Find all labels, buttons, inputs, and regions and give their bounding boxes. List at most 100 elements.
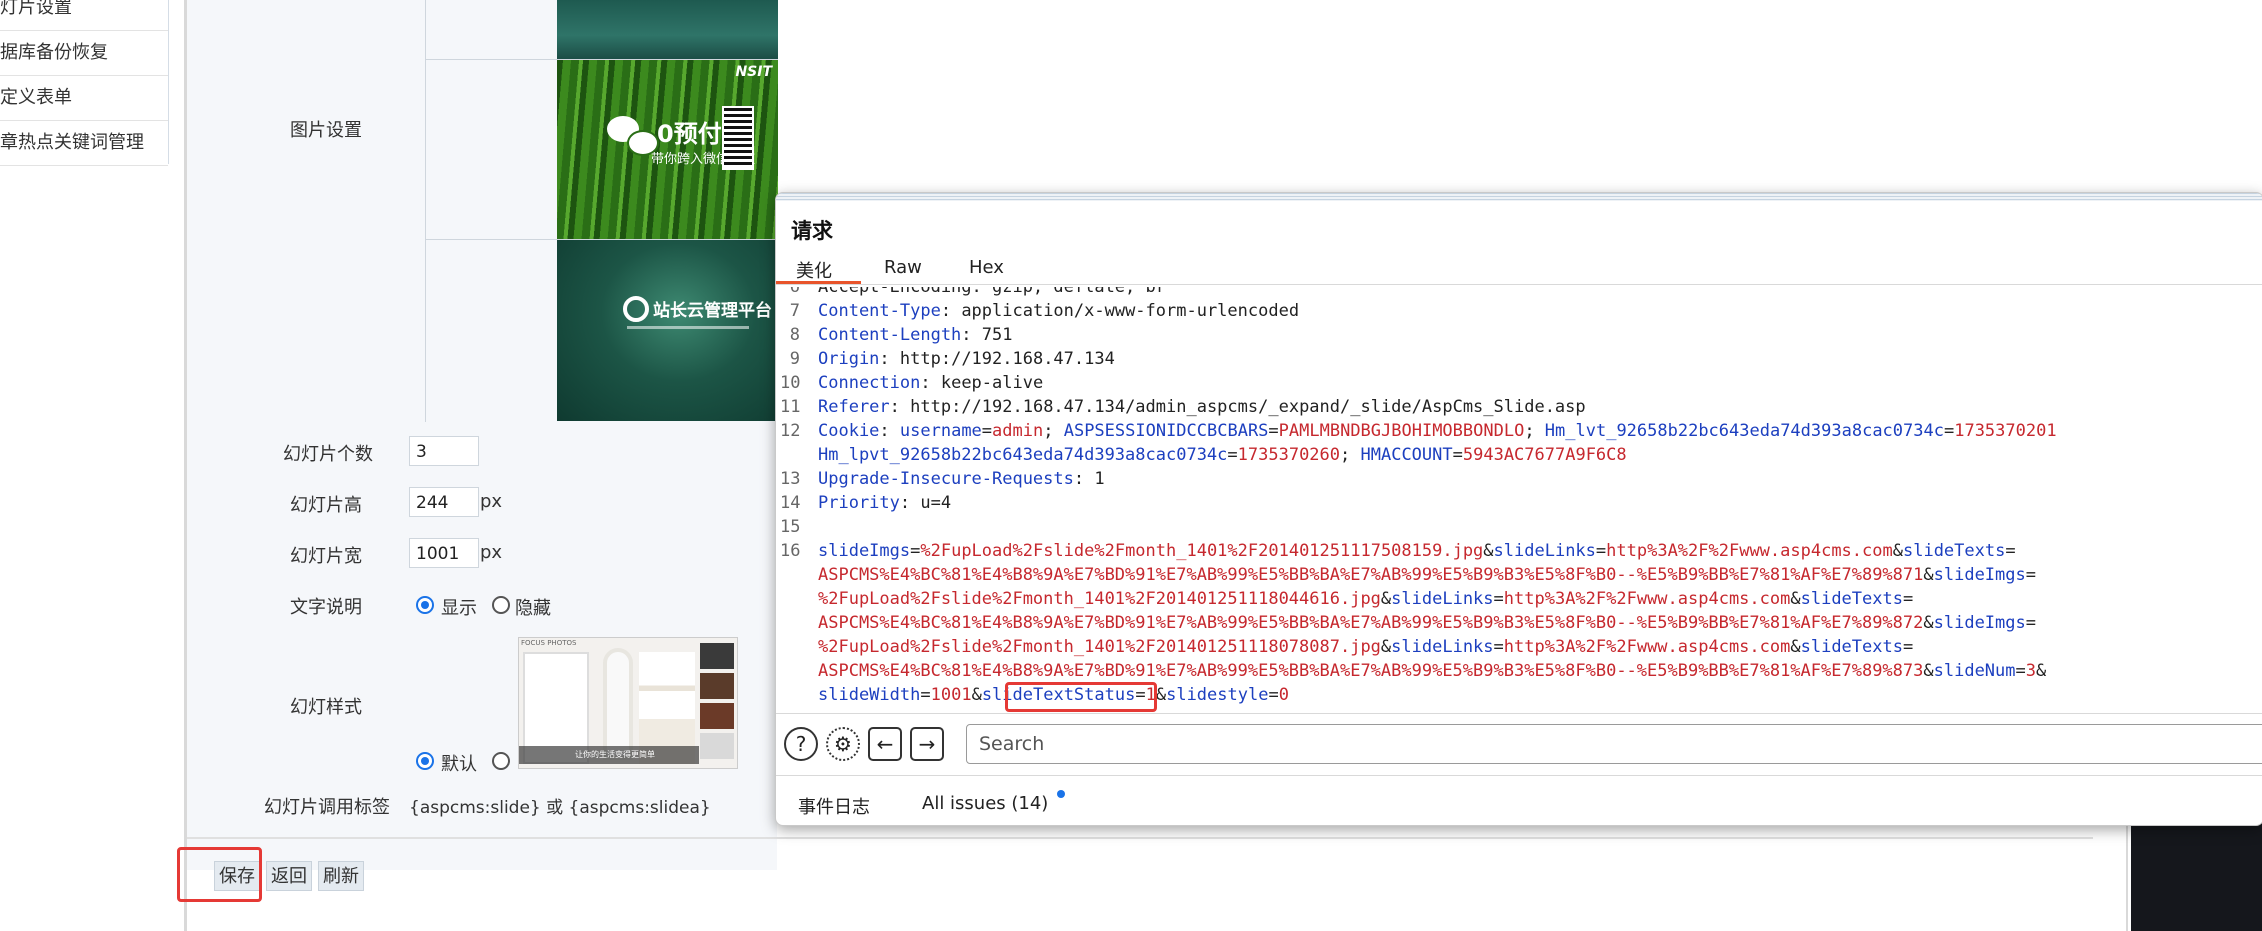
sidebar-item-custom-form[interactable]: 自定义表单 <box>0 76 168 121</box>
header-value: http://192.168.47.134 <box>899 349 1115 369</box>
slide-brand-text: NSIT <box>735 64 772 80</box>
tag-value: {aspcms:slide} 或 {aspcms:slidea} <box>409 798 711 818</box>
search-input[interactable]: Search <box>966 724 2262 764</box>
editor-divider <box>776 713 2262 714</box>
line-number: 7 <box>789 301 800 321</box>
cookie-key: Hm_lpvt_92658b22bc643eda74d393a8cac0734c <box>818 445 1228 465</box>
cookie-value: 5943AC7677A9F6C8 <box>1462 445 1627 465</box>
form-bottom-border <box>187 837 2093 839</box>
thumb-mirror <box>603 648 633 760</box>
default-style-radio[interactable] <box>416 752 434 770</box>
qr-code-icon <box>722 106 754 170</box>
thumb-mini-1 <box>700 643 734 669</box>
all-issues-link[interactable]: All issues (14) <box>922 793 1048 814</box>
param-value: ASPCMS%E4%BC%81%E4%B8%9A%E7%BD%91%E7%AB%… <box>818 565 1924 585</box>
line-number: 12 <box>780 421 801 441</box>
request-editor[interactable]: 6 Accept-Encoding: gzip, deflate, br 7 C… <box>776 287 2262 705</box>
tab-pretty[interactable]: 美化 <box>796 257 832 283</box>
header-line: Content-Type: application/x-www-form-url… <box>818 301 1300 321</box>
cookie-key: HMACCOUNT <box>1360 445 1453 465</box>
param-value: ASPCMS%E4%BC%81%E4%B8%9A%E7%BD%91%E7%AB%… <box>818 613 1924 633</box>
header-key: Connection <box>818 373 921 393</box>
line-number: 16 <box>780 541 801 561</box>
param-value: 0 <box>1278 685 1289 705</box>
back-button[interactable]: 返回 <box>266 861 312 891</box>
style-thumbnail-default[interactable]: FOCUS PHOTOS 让你的生活变得更简单 <box>518 637 738 769</box>
panel-title: 请求 <box>791 219 833 243</box>
refresh-button[interactable]: 刷新 <box>318 861 364 891</box>
sidebar-item-label: 文章热点关键词管理 <box>0 132 144 153</box>
param-key: slideNum <box>1933 661 2016 681</box>
body-line: ASPCMS%E4%BC%81%E4%B8%9A%E7%BD%91%E7%AB%… <box>818 613 2036 633</box>
cookie-key: username <box>899 421 982 441</box>
hide-radio[interactable] <box>492 596 510 614</box>
gear-icon[interactable]: ⚙ <box>826 727 860 761</box>
sidebar-item-db-backup[interactable]: 数据库备份恢复 <box>0 31 168 76</box>
header-value: u=4 <box>920 493 952 513</box>
header-line: Content-Length: 751 <box>818 325 1013 345</box>
header-line: Priority: u=4 <box>818 493 952 513</box>
tab-raw[interactable]: Raw <box>884 257 922 278</box>
param-key: slideTexts <box>1800 637 1903 657</box>
line-number: 14 <box>780 493 801 513</box>
header-value: 1 <box>1094 469 1105 489</box>
slide-height-label: 幻灯片高 <box>290 495 362 516</box>
thumb-caption: 让你的生活变得更简单 <box>519 746 699 764</box>
param-key: slideImgs <box>1933 565 2026 585</box>
panel-resize-strip[interactable] <box>776 193 2262 201</box>
thumb-mini-2 <box>700 673 734 699</box>
sidebar-item-hot-keywords[interactable]: 文章热点关键词管理 <box>0 121 168 166</box>
line-number: 11 <box>780 397 801 417</box>
text-desc-label: 文字说明 <box>290 597 362 618</box>
line-number: 9 <box>789 349 800 369</box>
param-key: slideTexts <box>1902 541 2006 561</box>
header-key: Cookie <box>818 421 880 441</box>
line-number: 8 <box>789 325 800 345</box>
slide-width-input[interactable]: 1001 <box>409 538 479 568</box>
body-line: ASPCMS%E4%BC%81%E4%B8%9A%E7%BD%91%E7%AB%… <box>818 661 2047 681</box>
slide-width-label: 幻灯片宽 <box>290 546 362 567</box>
param-key: slideLinks <box>1391 637 1494 657</box>
body-line: %2FupLoad%2Fslide%2Fmonth_1401%2F2014012… <box>818 589 1914 609</box>
event-log-link[interactable]: 事件日志 <box>798 793 870 819</box>
body-line: slideImgs=%2FupLoad%2Fslide%2Fmonth_1401… <box>818 541 2016 561</box>
tab-hex[interactable]: Hex <box>969 257 1004 278</box>
back-arrow-icon[interactable]: ← <box>868 727 902 761</box>
slide-image-row: 站长云管理平台 <box>426 240 778 421</box>
slide-headline: 0预付 <box>657 120 722 148</box>
alt-style-radio[interactable] <box>492 752 510 770</box>
show-radio-label: 显示 <box>441 598 477 619</box>
param-value: http%3A%2F%2Fwww.asp4cms.com <box>1606 541 1893 561</box>
show-radio[interactable] <box>416 596 434 614</box>
param-value: 1001 <box>930 685 972 705</box>
highlight-save-box <box>177 847 262 902</box>
request-panel: 请求 美化 Raw Hex 6 Accept-Encoding: gzip, d… <box>775 192 2262 826</box>
slide-height-unit: px <box>480 491 503 512</box>
image-setting-label: 图片设置 <box>290 120 362 141</box>
help-icon[interactable]: ? <box>784 727 818 761</box>
cookie-value: 1735370260 <box>1237 445 1341 465</box>
sidebar-item-slide-settings[interactable]: 幻灯片设置 <box>0 0 168 31</box>
thumb-mini-3 <box>700 703 734 729</box>
highlight-textstatus-box <box>1005 682 1157 712</box>
default-style-label: 默认 <box>441 754 477 775</box>
line-number: 6 <box>789 287 800 297</box>
slide-height-input[interactable]: 244 <box>409 487 479 517</box>
issues-notification-dot <box>1057 790 1065 798</box>
header-key: Content-Type <box>818 301 941 321</box>
cookie-key: Hm_lvt_92658b22bc643eda74d393a8cac0734c <box>1544 421 1944 441</box>
footer-divider <box>776 775 2262 776</box>
page-right-border <box>2126 820 2128 931</box>
forward-arrow-icon[interactable]: → <box>910 727 944 761</box>
header-line: Referer: http://192.168.47.134/admin_asp… <box>818 397 1586 417</box>
header-value: 751 <box>981 325 1013 345</box>
header-key: Priority <box>818 493 900 513</box>
hide-radio-label: 隐藏 <box>515 598 551 619</box>
slide-count-input[interactable]: 3 <box>409 436 479 466</box>
body-line: %2FupLoad%2Fslide%2Fmonth_1401%2F2014012… <box>818 637 1914 657</box>
thumb-brand: FOCUS PHOTOS <box>521 639 577 647</box>
sidebar-item-label: 自定义表单 <box>0 87 72 108</box>
slide-count-label: 幻灯片个数 <box>283 444 373 465</box>
param-value: http%3A%2F%2Fwww.asp4cms.com <box>1503 589 1791 609</box>
line-number: 10 <box>780 373 801 393</box>
